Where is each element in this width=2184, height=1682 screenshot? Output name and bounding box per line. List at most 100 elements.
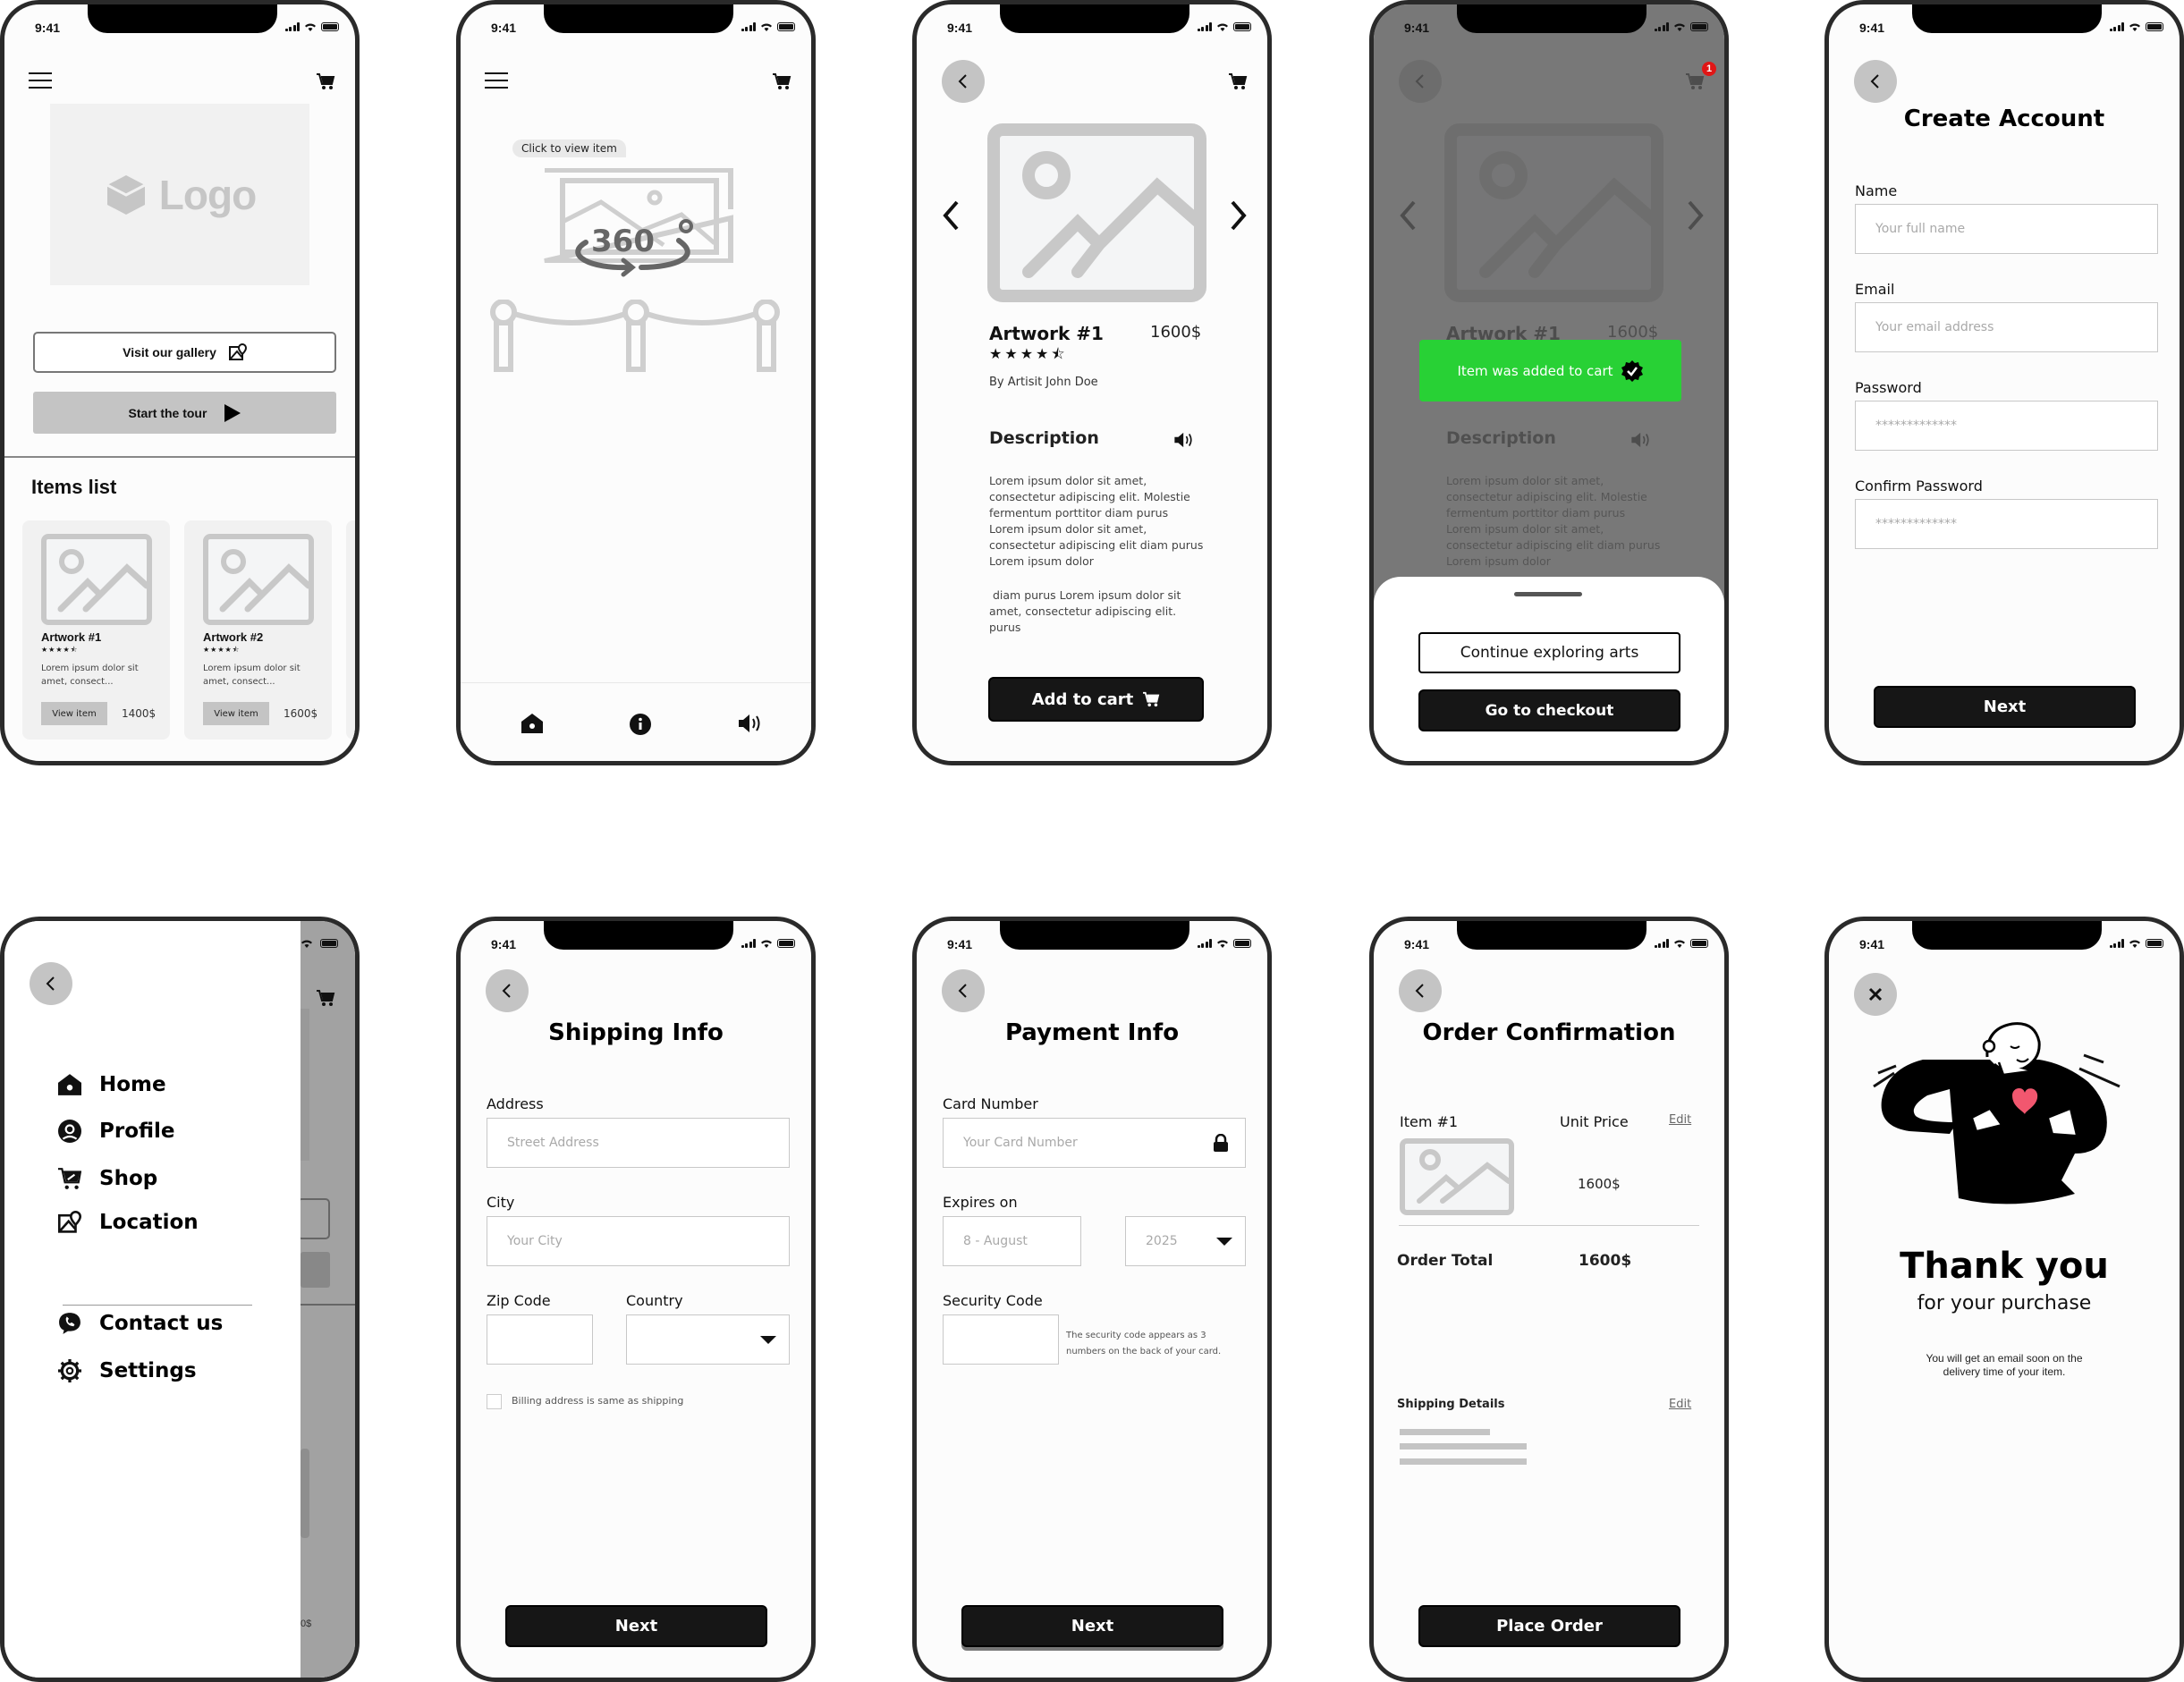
back-button[interactable] — [942, 60, 985, 103]
edit-shipping-link[interactable]: Edit — [1669, 1398, 1691, 1411]
card-number-placeholder: Your Card Number — [963, 1136, 1078, 1150]
speaker-icon[interactable] — [738, 714, 763, 733]
address-field[interactable]: Street Address — [487, 1118, 790, 1168]
item-card[interactable]: Artwork #2 ★★★★⯪ Lorem ipsum dolor sit a… — [184, 520, 332, 740]
caret-down-icon — [1216, 1238, 1232, 1246]
password-field[interactable]: ************* — [1855, 401, 2158, 451]
menu-item-settings[interactable]: Settings — [58, 1359, 197, 1382]
image-placeholder-icon — [41, 534, 152, 625]
background-home-dimmed[interactable]: 0$ — [297, 921, 355, 1678]
confirm-password-field[interactable]: ************* — [1855, 499, 2158, 549]
menu-item-profile[interactable]: Profile — [58, 1120, 175, 1143]
speaker-icon[interactable] — [1173, 432, 1195, 448]
item-price: 1600$ — [284, 707, 318, 720]
item-description: Lorem ipsum dolor sit amet, consect... — [41, 664, 139, 687]
wifi-icon — [1674, 940, 1685, 948]
chevron-left-icon — [1870, 74, 1879, 89]
back-button[interactable] — [1399, 969, 1442, 1012]
notch — [1912, 4, 2102, 33]
notch — [1000, 4, 1189, 33]
card-number-field[interactable]: Your Card Number — [943, 1118, 1246, 1168]
artwork-price: 1600$ — [1150, 323, 1202, 342]
cart-icon[interactable] — [772, 72, 791, 90]
page-title: Order Confirmation — [1422, 1019, 1676, 1046]
view-item-button[interactable]: View item — [41, 702, 107, 725]
view-item-button[interactable]: View item — [203, 702, 269, 725]
back-button[interactable] — [486, 969, 529, 1012]
country-select[interactable] — [626, 1314, 790, 1365]
notch — [1912, 921, 2102, 950]
bottom-sheet: Continue exploring arts Go to checkout — [1374, 577, 1724, 761]
notch — [88, 4, 277, 33]
menu-item-location[interactable]: Location — [58, 1211, 199, 1234]
phone-chat-icon — [59, 1313, 80, 1334]
security-code-field[interactable] — [943, 1314, 1059, 1365]
thank-you-screen: 9:41 Thank you for your purchase You wil… — [1824, 917, 2184, 1682]
menu-button[interactable] — [485, 72, 508, 89]
create-account-screen: 9:41 Create Account Name Your full name … — [1824, 0, 2184, 765]
name-field[interactable]: Your full name — [1855, 204, 2158, 254]
next-button[interactable]: Next — [505, 1605, 767, 1647]
add-to-cart-button[interactable]: Add to cart — [988, 677, 1204, 722]
back-button[interactable] — [942, 969, 985, 1012]
email-field[interactable]: Your email address — [1855, 302, 2158, 352]
gallery-screen: 9:41 Click to view item 360 — [456, 0, 816, 765]
place-order-button[interactable]: Place Order — [1418, 1605, 1680, 1647]
billing-same-checkbox[interactable] — [487, 1394, 502, 1409]
menu-item-label: Location — [99, 1211, 199, 1234]
close-button[interactable] — [1854, 973, 1897, 1016]
logo-text: Logo — [158, 171, 257, 218]
next-arrow-icon[interactable] — [1230, 199, 1248, 232]
cart-icon[interactable] — [316, 72, 335, 90]
menu-button[interactable] — [29, 72, 52, 89]
battery-icon — [1690, 22, 1708, 31]
wifi-icon — [2129, 23, 2140, 31]
info-icon[interactable] — [630, 714, 651, 735]
logo-cube-icon — [106, 174, 146, 215]
visit-gallery-button[interactable]: Visit our gallery — [33, 332, 336, 373]
description-text: Lorem ipsum dolor sit amet, consectetur … — [989, 474, 1204, 568]
item-card-partial[interactable] — [346, 520, 355, 740]
expiry-month-field[interactable]: 8 - August — [943, 1216, 1081, 1266]
added-to-cart-screen: 9:41 Artwork #1 1600$ Description Lorem … — [1369, 0, 1729, 765]
expiry-year-select[interactable]: 2025 — [1125, 1216, 1246, 1266]
next-button[interactable]: Next — [961, 1605, 1223, 1647]
cart-count-badge: 1 — [1702, 62, 1716, 76]
menu-item-label: Profile — [99, 1120, 175, 1143]
status-time: 9:41 — [491, 21, 517, 35]
item-label: Item #1 — [1400, 1113, 1459, 1130]
status-icons — [2109, 939, 2163, 948]
zip-code-field[interactable] — [487, 1314, 593, 1365]
rotate-360-icon[interactable]: 360 — [571, 217, 706, 278]
status-time: 9:41 — [1859, 937, 1885, 951]
card-number-label: Card Number — [943, 1095, 1038, 1112]
edit-item-link[interactable]: Edit — [1669, 1113, 1691, 1127]
back-button[interactable] — [1854, 60, 1897, 103]
toast-message: Item was added to cart — [1457, 362, 1613, 379]
visit-gallery-label: Visit our gallery — [123, 345, 216, 359]
city-field[interactable]: Your City — [487, 1216, 790, 1266]
menu-item-contact[interactable]: Contact us — [58, 1312, 223, 1335]
prev-arrow-icon[interactable] — [942, 199, 960, 232]
thank-you-message: You will get an email soon on the delive… — [1926, 1352, 2083, 1378]
menu-item-home[interactable]: Home — [58, 1073, 166, 1096]
item-description: Lorem ipsum dolor sit amet, consect... — [203, 664, 301, 687]
home-icon[interactable] — [521, 714, 543, 733]
notch — [544, 4, 733, 33]
shipping-info-screen: 9:41 Shipping Info Address Street Addres… — [456, 917, 816, 1682]
status-time: 9:41 — [491, 937, 517, 951]
wifi-icon — [761, 940, 772, 948]
drag-handle[interactable] — [1514, 592, 1582, 596]
cart-icon[interactable] — [1228, 72, 1248, 90]
next-button[interactable]: Next — [1874, 686, 2136, 728]
item-card[interactable]: Artwork #1 ★★★★⯪ Lorem ipsum dolor sit a… — [22, 520, 170, 740]
thank-you-subheading: for your purchase — [1917, 1292, 2092, 1314]
continue-exploring-button[interactable]: Continue exploring arts — [1418, 632, 1680, 673]
go-to-checkout-button[interactable]: Go to checkout — [1418, 689, 1680, 731]
unit-price-label: Unit Price — [1560, 1113, 1629, 1130]
close-menu-button[interactable] — [30, 962, 72, 1005]
signal-icon — [284, 22, 300, 31]
menu-item-shop[interactable]: Shop — [58, 1167, 157, 1190]
billing-same-label: Billing address is same as shipping — [512, 1395, 684, 1407]
start-tour-button[interactable]: Start the tour — [33, 392, 336, 434]
